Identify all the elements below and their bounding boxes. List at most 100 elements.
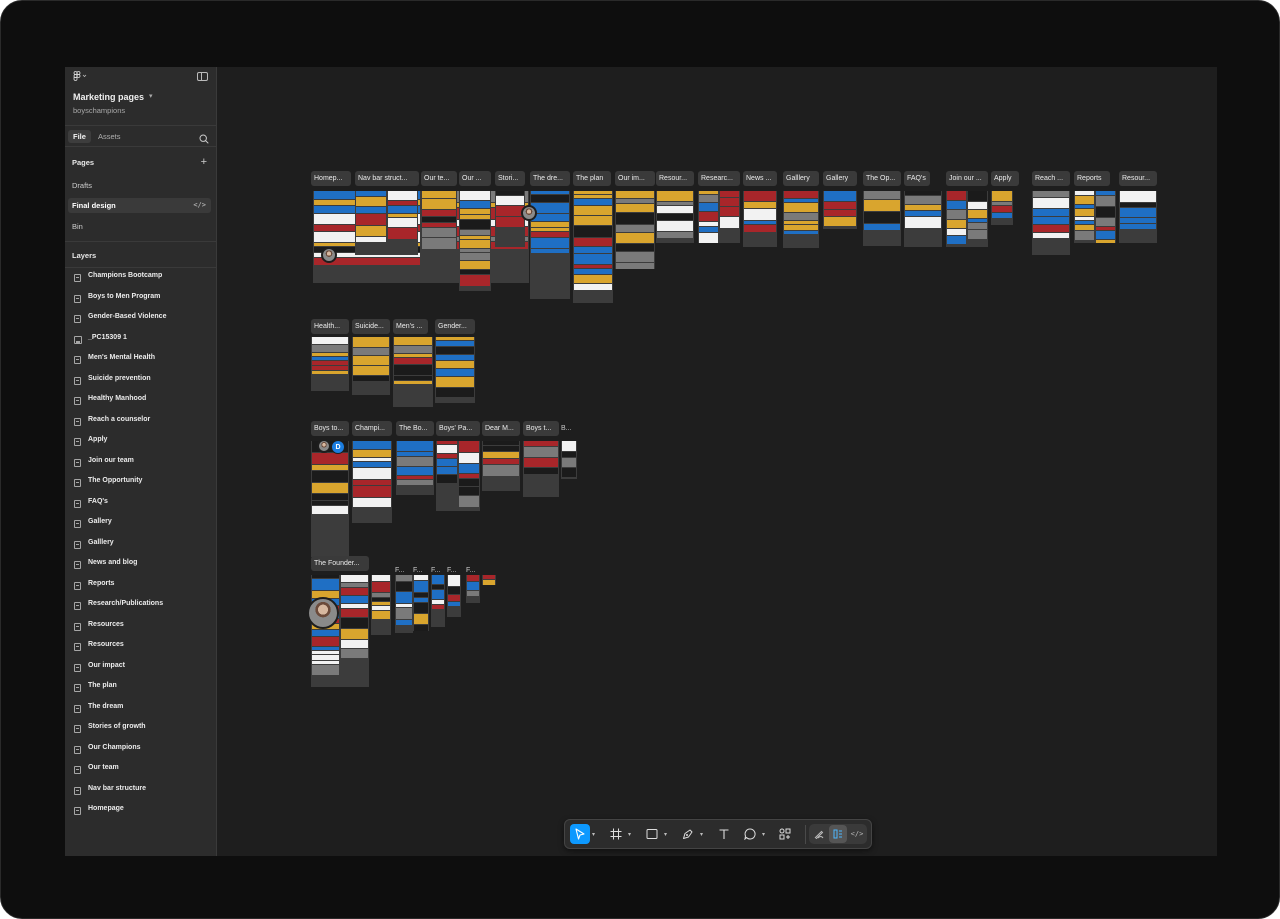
layer-item[interactable]: Reach a counselor	[65, 413, 216, 431]
page-frame[interactable]	[395, 575, 413, 633]
chevron-down-icon[interactable]: ▾	[149, 92, 153, 100]
page-item-drafts[interactable]: Drafts	[68, 178, 211, 193]
page-frame[interactable]	[355, 191, 418, 255]
layer-item[interactable]: Our team	[65, 761, 216, 779]
frame-label[interactable]: Homep...	[311, 171, 351, 186]
page-frame[interactable]	[904, 191, 942, 247]
frame-label[interactable]: Nav bar struct...	[355, 171, 419, 186]
frame-label[interactable]: The dre...	[530, 171, 570, 186]
rectangle-tool-button[interactable]	[642, 824, 662, 844]
tab-file[interactable]: File	[68, 130, 91, 143]
page-frame[interactable]	[1032, 191, 1070, 255]
chevron-down-icon[interactable]: ▾	[762, 831, 765, 838]
chevron-down-icon[interactable]: ▾	[700, 831, 703, 838]
page-frame[interactable]	[743, 191, 777, 247]
collaborator-avatar[interactable]	[521, 205, 537, 221]
frame-label[interactable]: Champi...	[352, 421, 392, 436]
page-frame[interactable]	[561, 441, 577, 479]
layer-item[interactable]: Resources	[65, 618, 216, 636]
layer-item[interactable]: Join our team	[65, 454, 216, 472]
frame-label[interactable]: Researc...	[698, 171, 740, 186]
layer-item[interactable]: Our impact	[65, 659, 216, 677]
page-frame[interactable]	[352, 337, 390, 395]
collaborator-avatar[interactable]	[321, 247, 337, 263]
page-frame[interactable]	[371, 575, 391, 635]
page-item-bin[interactable]: Bin	[68, 219, 211, 234]
page-frame[interactable]	[459, 191, 491, 291]
frame-label[interactable]: The Founder...	[311, 556, 369, 571]
page-frame[interactable]	[698, 191, 740, 243]
layer-item[interactable]: The plan	[65, 679, 216, 697]
layer-item[interactable]: Suicide prevention	[65, 372, 216, 390]
toggle-sidebar-icon[interactable]	[197, 72, 208, 81]
page-frame[interactable]	[436, 441, 480, 511]
page-frame[interactable]	[447, 575, 461, 617]
layer-item[interactable]: Reports	[65, 577, 216, 595]
layer-item[interactable]: Apply	[65, 433, 216, 451]
layer-item[interactable]: Nav bar structure	[65, 782, 216, 800]
frame-label[interactable]: Suicide...	[352, 319, 390, 334]
design-canvas[interactable]: Homep... Nav bar struct... Our te... Our ..…	[217, 67, 1217, 856]
chevron-down-icon[interactable]: ▾	[664, 831, 667, 838]
frame-label[interactable]: Dear M...	[482, 421, 520, 436]
figma-logo-icon[interactable]	[73, 71, 87, 84]
page-frame[interactable]	[573, 191, 613, 303]
page-frame[interactable]	[530, 191, 570, 299]
page-frame[interactable]	[656, 191, 694, 243]
frame-label[interactable]: The plan	[573, 171, 611, 186]
frame-tool-button[interactable]	[606, 824, 626, 844]
page-frame[interactable]	[1119, 191, 1157, 243]
page-frame[interactable]	[615, 191, 655, 269]
comment-tool-button[interactable]	[740, 824, 760, 844]
layer-item[interactable]: Champions Bootcamp	[65, 269, 216, 287]
frame-label[interactable]: Resour...	[1119, 171, 1157, 186]
layer-item[interactable]: Our Champions	[65, 741, 216, 759]
page-item-final-design[interactable]: Final design </>	[68, 198, 211, 213]
page-frame[interactable]	[783, 191, 819, 248]
page-frame[interactable]	[421, 191, 457, 261]
page-frame[interactable]	[311, 575, 369, 687]
frame-label[interactable]: Our te...	[421, 171, 457, 186]
frame-label[interactable]: Our ...	[459, 171, 491, 186]
frame-label[interactable]: The Bo...	[396, 421, 434, 436]
draw-mode-button[interactable]	[810, 825, 828, 843]
frame-label[interactable]: Our im...	[615, 171, 655, 186]
layer-item[interactable]: Healthy Manhood	[65, 392, 216, 410]
page-frame[interactable]	[311, 441, 349, 557]
frame-label[interactable]: Boys to...	[311, 421, 349, 436]
page-frame[interactable]	[991, 191, 1013, 225]
collaborator-avatar-initial[interactable]: D	[331, 440, 345, 454]
frame-label[interactable]: Reach ...	[1032, 171, 1070, 186]
collaborator-avatar[interactable]	[307, 597, 339, 629]
frame-label[interactable]: Gallery	[823, 171, 857, 186]
frame-label[interactable]: Health...	[311, 319, 349, 334]
layer-item[interactable]: FAQ's	[65, 495, 216, 513]
add-page-icon[interactable]: +	[201, 157, 207, 168]
frame-label[interactable]: Stori...	[495, 171, 525, 186]
chevron-down-icon[interactable]: ▾	[592, 831, 595, 838]
page-frame[interactable]	[863, 191, 901, 246]
layer-item[interactable]: The Opportunity	[65, 474, 216, 492]
page-frame[interactable]	[431, 575, 445, 627]
frame-label[interactable]: Resour...	[656, 171, 694, 186]
text-tool-button[interactable]	[714, 824, 734, 844]
dev-mode-button[interactable]: </>	[848, 825, 866, 843]
page-frame[interactable]	[393, 337, 433, 407]
frame-label[interactable]: Boys' Pa...	[436, 421, 480, 436]
frame-label[interactable]: Gender...	[435, 319, 475, 334]
frame-label[interactable]: Men's ...	[393, 319, 428, 334]
layer-item[interactable]: Resources	[65, 638, 216, 656]
layer-item[interactable]: Homepage	[65, 802, 216, 820]
frame-label[interactable]: FAQ's	[904, 171, 930, 186]
layer-item[interactable]: Men's Mental Health	[65, 351, 216, 369]
layer-item[interactable]: The dream	[65, 700, 216, 718]
page-frame[interactable]	[311, 337, 349, 391]
frame-label[interactable]: News ...	[743, 171, 777, 186]
page-frame[interactable]	[946, 191, 988, 247]
pen-tool-button[interactable]	[678, 824, 698, 844]
page-frame[interactable]	[1074, 191, 1116, 243]
layer-item[interactable]: Gallery	[65, 515, 216, 533]
team-name[interactable]: boyschampions	[73, 106, 125, 115]
collaborator-avatar[interactable]	[317, 439, 331, 453]
chevron-down-icon[interactable]: ▾	[628, 831, 631, 838]
